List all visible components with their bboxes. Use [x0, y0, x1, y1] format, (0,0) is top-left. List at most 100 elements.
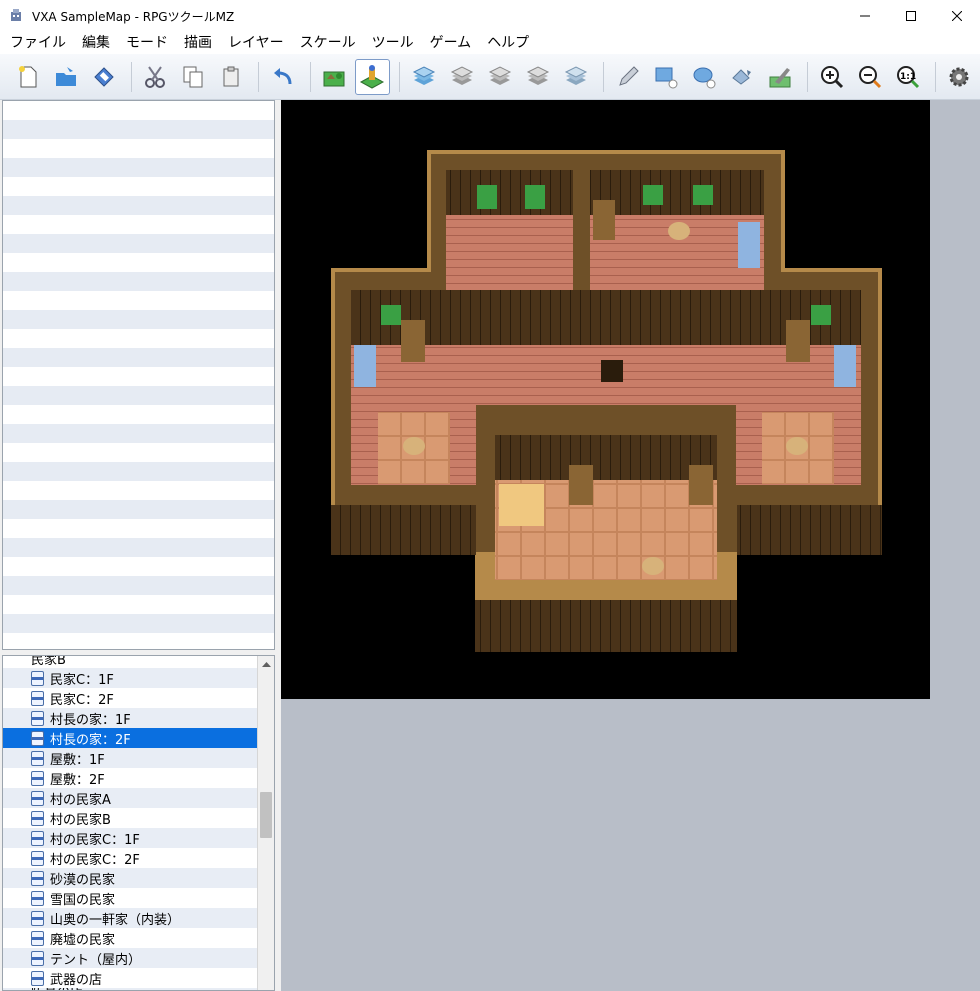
map-list-item-label: 民家C：2F: [50, 692, 114, 708]
map-list-item-label: 村長の家：1F: [50, 712, 131, 728]
zoom-out-icon: [858, 65, 881, 88]
toolbar: 1:1: [0, 54, 980, 100]
menu-help[interactable]: ヘルプ: [479, 32, 537, 54]
menu-file[interactable]: ファイル: [2, 32, 74, 54]
zoom-out-button[interactable]: [852, 59, 887, 95]
map-list-item[interactable]: 村の民家A: [3, 788, 259, 808]
map-icon: [31, 810, 44, 826]
scrollbar-thumb[interactable]: [260, 792, 272, 838]
map-icon: [31, 910, 44, 926]
paste-icon: [223, 66, 239, 86]
layer-2-button[interactable]: [444, 59, 479, 95]
map-list-item[interactable]: 屋敷：2F: [3, 768, 259, 788]
map-list-item[interactable]: 村長の家：1F: [3, 708, 259, 728]
shadow-pen-button[interactable]: [763, 59, 798, 95]
map-icon: [31, 750, 44, 766]
map-list-item-label: テント（屋内）: [50, 952, 142, 968]
ellipse-icon: [693, 67, 716, 88]
menu-game[interactable]: ゲーム: [422, 32, 480, 54]
layer-1-button[interactable]: [406, 59, 441, 95]
layer-icon: [450, 65, 473, 85]
map-list-item-label: 村の民家B: [50, 812, 111, 828]
tileset-palette[interactable]: [2, 100, 275, 650]
map-list-item-label: 廃墟の民家: [50, 932, 116, 948]
map-icon: [31, 770, 44, 786]
close-icon: [952, 11, 962, 21]
map-tree: 民家B 民家C：1F 民家C：2F 村長の家：1F 村長の家：2F 屋敷：1F 屋敷：2F…: [2, 655, 275, 991]
layer-3-button[interactable]: [482, 59, 517, 95]
menu-bar: ファイル 編集 モード 描画 レイヤー スケール ツール ゲーム ヘルプ: [0, 32, 980, 54]
map-list-item[interactable]: 屋敷：1F: [3, 748, 259, 768]
map-canvas[interactable]: [281, 100, 930, 699]
open-project-button[interactable]: [48, 59, 83, 95]
paste-button[interactable]: [214, 59, 249, 95]
scroll-up-icon: [261, 662, 271, 667]
map-list-item[interactable]: テント（屋内）: [3, 948, 259, 968]
map-list-item[interactable]: 村の民家C：1F: [3, 828, 259, 848]
zoom-in-button[interactable]: [814, 59, 849, 95]
settings-button[interactable]: [942, 59, 977, 95]
copy-icon: [183, 66, 203, 87]
toolbar-separator: [258, 61, 260, 92]
map-editor-area[interactable]: [281, 100, 980, 991]
save-icon: [94, 66, 114, 87]
map-icon: [31, 850, 44, 866]
layer-icon: [412, 65, 435, 85]
fill-bucket-icon: [732, 68, 752, 85]
map-list-item-label: 武器の店: [50, 972, 103, 988]
map-list-item[interactable]: 村の民家C：2F: [3, 848, 259, 868]
pencil-tool-button[interactable]: [610, 59, 645, 95]
layer-4-button[interactable]: [521, 59, 556, 95]
map-icon: [31, 950, 44, 966]
menu-mode[interactable]: モード: [118, 32, 176, 54]
map-list-item-label: 砂漠の民家: [50, 872, 116, 888]
open-folder-icon: [55, 66, 76, 86]
layer-5-button[interactable]: [559, 59, 594, 95]
map-icon: [31, 690, 44, 706]
map-list-item[interactable]: 山奥の一軒家（内装）: [3, 908, 259, 928]
menu-layer[interactable]: レイヤー: [220, 32, 292, 54]
map-list-item[interactable]: 民家B: [3, 656, 259, 668]
map-list-item[interactable]: 雪国の民家: [3, 888, 259, 908]
close-button[interactable]: [934, 0, 980, 32]
map-list-item[interactable]: 廃墟の民家: [3, 928, 259, 948]
rectangle-tool-button[interactable]: [648, 59, 683, 95]
map-mode-button[interactable]: [316, 59, 351, 95]
map-list-item[interactable]: 民家C：1F: [3, 668, 259, 688]
toolbar-separator: [807, 61, 809, 92]
menu-scale[interactable]: スケール: [292, 32, 364, 54]
cut-button[interactable]: [138, 59, 173, 95]
fill-tool-button[interactable]: [725, 59, 760, 95]
maximize-icon: [906, 11, 916, 21]
undo-button[interactable]: [265, 59, 300, 95]
menu-draw[interactable]: 描画: [176, 32, 220, 54]
save-project-button[interactable]: [86, 59, 121, 95]
new-file-icon: [18, 65, 37, 87]
event-mode-button[interactable]: [354, 58, 390, 95]
window-title: VXA SampleMap - RPGツクールMZ: [32, 9, 235, 24]
map-icon: [31, 970, 44, 986]
layer-icon: [565, 65, 588, 85]
zoom-actual-button[interactable]: 1:1: [891, 59, 926, 95]
maximize-button[interactable]: [888, 0, 934, 32]
toolbar-separator: [398, 61, 400, 92]
minimize-button[interactable]: [842, 0, 888, 32]
scroll-up-button[interactable]: [258, 656, 274, 672]
menu-tools[interactable]: ツール: [364, 32, 422, 54]
map-list-item[interactable]: 砂漠の民家: [3, 868, 259, 888]
map-list-item-label: 村長の家：2F: [50, 732, 131, 748]
ellipse-tool-button[interactable]: [686, 59, 721, 95]
map-list-item[interactable]: 民家C：2F: [3, 688, 259, 708]
scissors-icon: [145, 65, 166, 88]
event-mode-icon: [360, 64, 385, 89]
toolbar-separator: [309, 61, 311, 92]
map-list: 民家B 民家C：1F 民家C：2F 村長の家：1F 村長の家：2F 屋敷：1F 屋敷：2F…: [3, 656, 259, 990]
map-list-item[interactable]: 武器の店: [3, 968, 259, 988]
menu-edit[interactable]: 編集: [74, 32, 118, 54]
new-project-button[interactable]: [10, 59, 45, 95]
map-list-item[interactable]: 村の民家B: [3, 808, 259, 828]
map-list-item[interactable]: 村長の家：2F: [3, 728, 259, 748]
map-list-item-label: 山奥の一軒家（内装）: [50, 912, 181, 928]
copy-button[interactable]: [176, 59, 211, 95]
map-list-scrollbar[interactable]: [257, 656, 274, 990]
